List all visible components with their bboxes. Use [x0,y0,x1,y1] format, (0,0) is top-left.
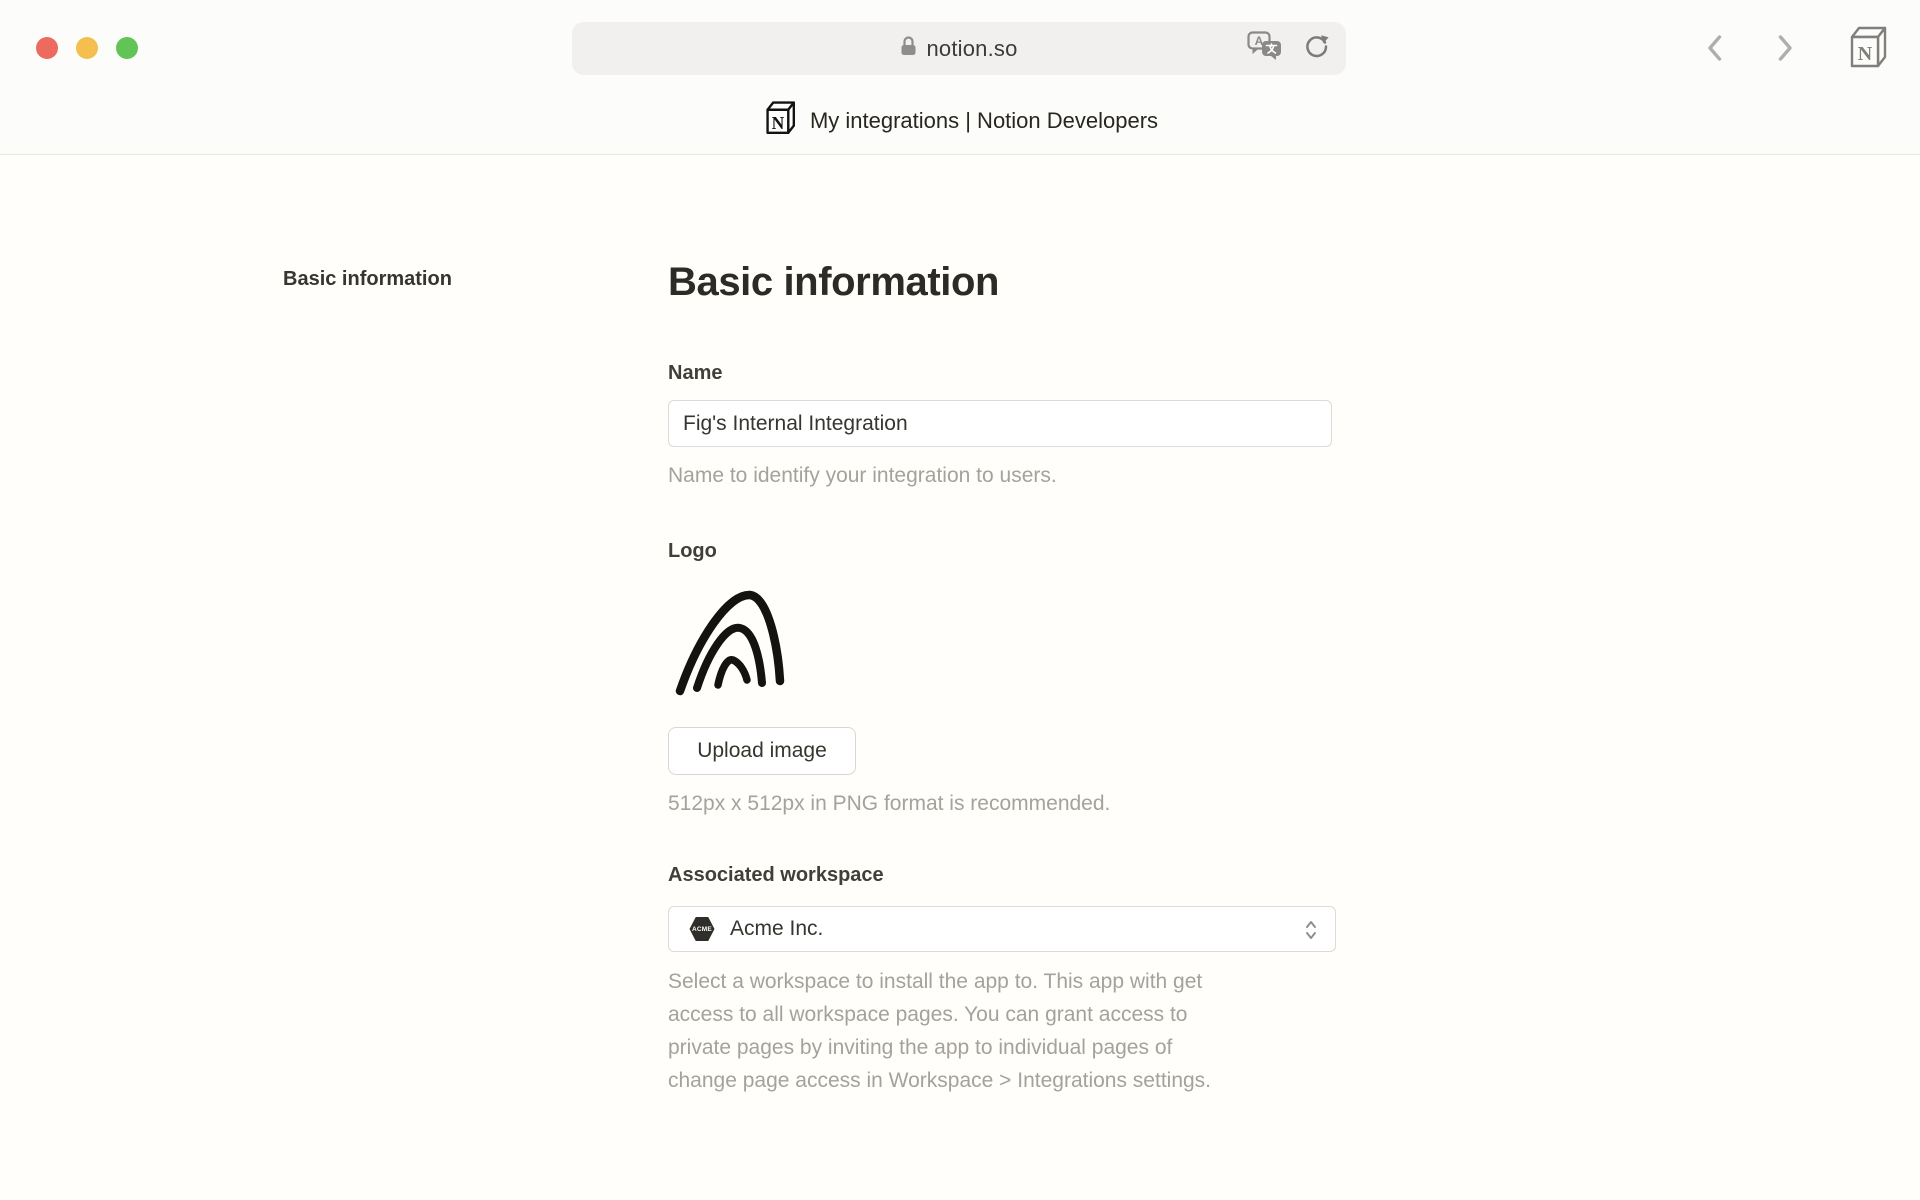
address-bar[interactable]: notion.so A [572,22,1346,75]
logo-help-text: 512px x 512px in PNG format is recommend… [668,789,1110,819]
svg-text:N: N [1858,43,1873,65]
close-window-button[interactable] [36,37,58,59]
logo-field-label: Logo [668,540,717,563]
svg-text:N: N [772,113,785,133]
workspace-selected-value: Acme Inc. [730,917,823,941]
page-title-row: N My integrations | Notion Developers [0,96,1920,146]
upload-image-button[interactable]: Upload image [668,727,856,775]
minimize-window-button[interactable] [76,37,98,59]
notion-extension-icon[interactable]: N [1845,25,1889,76]
lock-icon [900,35,917,62]
select-chevrons-icon [1303,918,1319,947]
forward-button[interactable] [1776,33,1794,68]
back-button[interactable] [1706,33,1724,68]
section-heading: Basic information [668,260,999,305]
name-field-label: Name [668,362,722,385]
workspace-badge-icon: ACME [689,916,715,942]
name-help-text: Name to identify your integration to use… [668,461,1057,491]
integration-logo-image [670,584,790,703]
reload-icon[interactable] [1303,33,1330,65]
browser-toolbar: notion.so A [0,0,1920,155]
page-title: My integrations | Notion Developers [810,108,1158,134]
url-text: notion.so [926,36,1017,62]
sidebar-item-basic-information[interactable]: Basic information [283,268,452,291]
name-input[interactable] [668,400,1332,447]
workspace-help-text: Select a workspace to install the app to… [668,965,1280,1097]
workspace-field-label: Associated workspace [668,864,884,887]
translate-icon[interactable]: A [1247,31,1283,66]
browser-window: notion.so A [0,0,1920,1200]
zoom-window-button[interactable] [116,37,138,59]
notion-logo-icon: N [762,100,797,142]
workspace-select[interactable]: ACME Acme Inc. [668,906,1336,952]
